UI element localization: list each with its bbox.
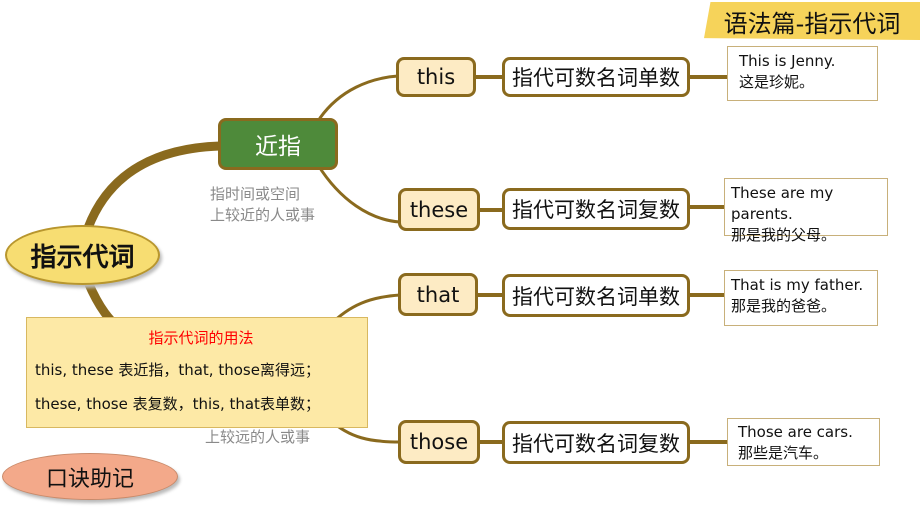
- example-en: This is Jenny.: [739, 52, 836, 70]
- meaning-node-that[interactable]: 指代可数名词单数: [502, 274, 690, 317]
- example-this: This is Jenny. 这是珍妮。: [727, 46, 878, 101]
- example-en: These are my parents.: [731, 184, 834, 223]
- word-label: these: [409, 197, 469, 222]
- example-zh: 那是我的爸爸。: [731, 297, 837, 315]
- meaning-node-those[interactable]: 指代可数名词复数: [502, 421, 690, 464]
- meaning-label: 指代可数名词单数: [512, 66, 680, 90]
- usage-title: 指示代词的用法: [148, 329, 254, 347]
- word-node-this[interactable]: this: [396, 57, 476, 97]
- word-node-those[interactable]: those: [398, 420, 480, 464]
- meaning-label: 指代可数名词单数: [512, 284, 680, 309]
- example-en: That is my father.: [731, 276, 864, 294]
- meaning-label: 指代可数名词复数: [512, 431, 680, 456]
- far-description: 上较远的人或事: [205, 428, 311, 446]
- usage-box: 指示代词的用法 this, these 表近指，that, those离得远； …: [26, 317, 368, 428]
- example-these: These are my parents. 那是我的父母。: [724, 178, 888, 244]
- mnemonic-label: 口诀助记: [45, 466, 134, 492]
- center-node[interactable]: 指示代词: [5, 225, 160, 285]
- usage-line1: this, these 表近指，that, those离得远；: [35, 361, 320, 379]
- meaning-label: 指代可数名词复数: [512, 198, 680, 222]
- example-those: Those are cars. 那些是汽车。: [727, 418, 880, 466]
- word-label: this: [416, 65, 456, 89]
- word-label: those: [409, 430, 469, 454]
- near-desc-line2: 上较近的人或事: [210, 206, 316, 224]
- meaning-node-these[interactable]: 指代可数名词复数: [502, 188, 690, 230]
- title-banner: 语法篇-指示代词: [704, 2, 920, 40]
- mnemonic-button[interactable]: 口诀助记: [2, 453, 178, 500]
- meaning-node-this[interactable]: 指代可数名词单数: [502, 57, 690, 97]
- usage-line2: these, those 表复数，this, that表单数；: [35, 395, 320, 413]
- word-node-that[interactable]: that: [398, 273, 478, 316]
- near-description: 指时间或空间 上较近的人或事: [210, 184, 315, 226]
- example-zh: 那是我的父母。: [731, 226, 837, 244]
- example-zh: 这是珍妮。: [739, 73, 815, 91]
- example-en: Those are cars.: [738, 423, 853, 441]
- example-zh: 那些是汽车。: [738, 444, 829, 462]
- word-label: that: [416, 282, 460, 307]
- near-node[interactable]: 近指: [218, 118, 338, 170]
- word-node-these[interactable]: these: [398, 188, 480, 231]
- example-that: That is my father. 那是我的爸爸。: [724, 270, 878, 326]
- near-label: 近指: [255, 134, 301, 160]
- near-desc-line1: 指时间或空间: [210, 185, 301, 203]
- title-text: 语法篇-指示代词: [723, 9, 901, 38]
- center-label: 指示代词: [30, 242, 135, 273]
